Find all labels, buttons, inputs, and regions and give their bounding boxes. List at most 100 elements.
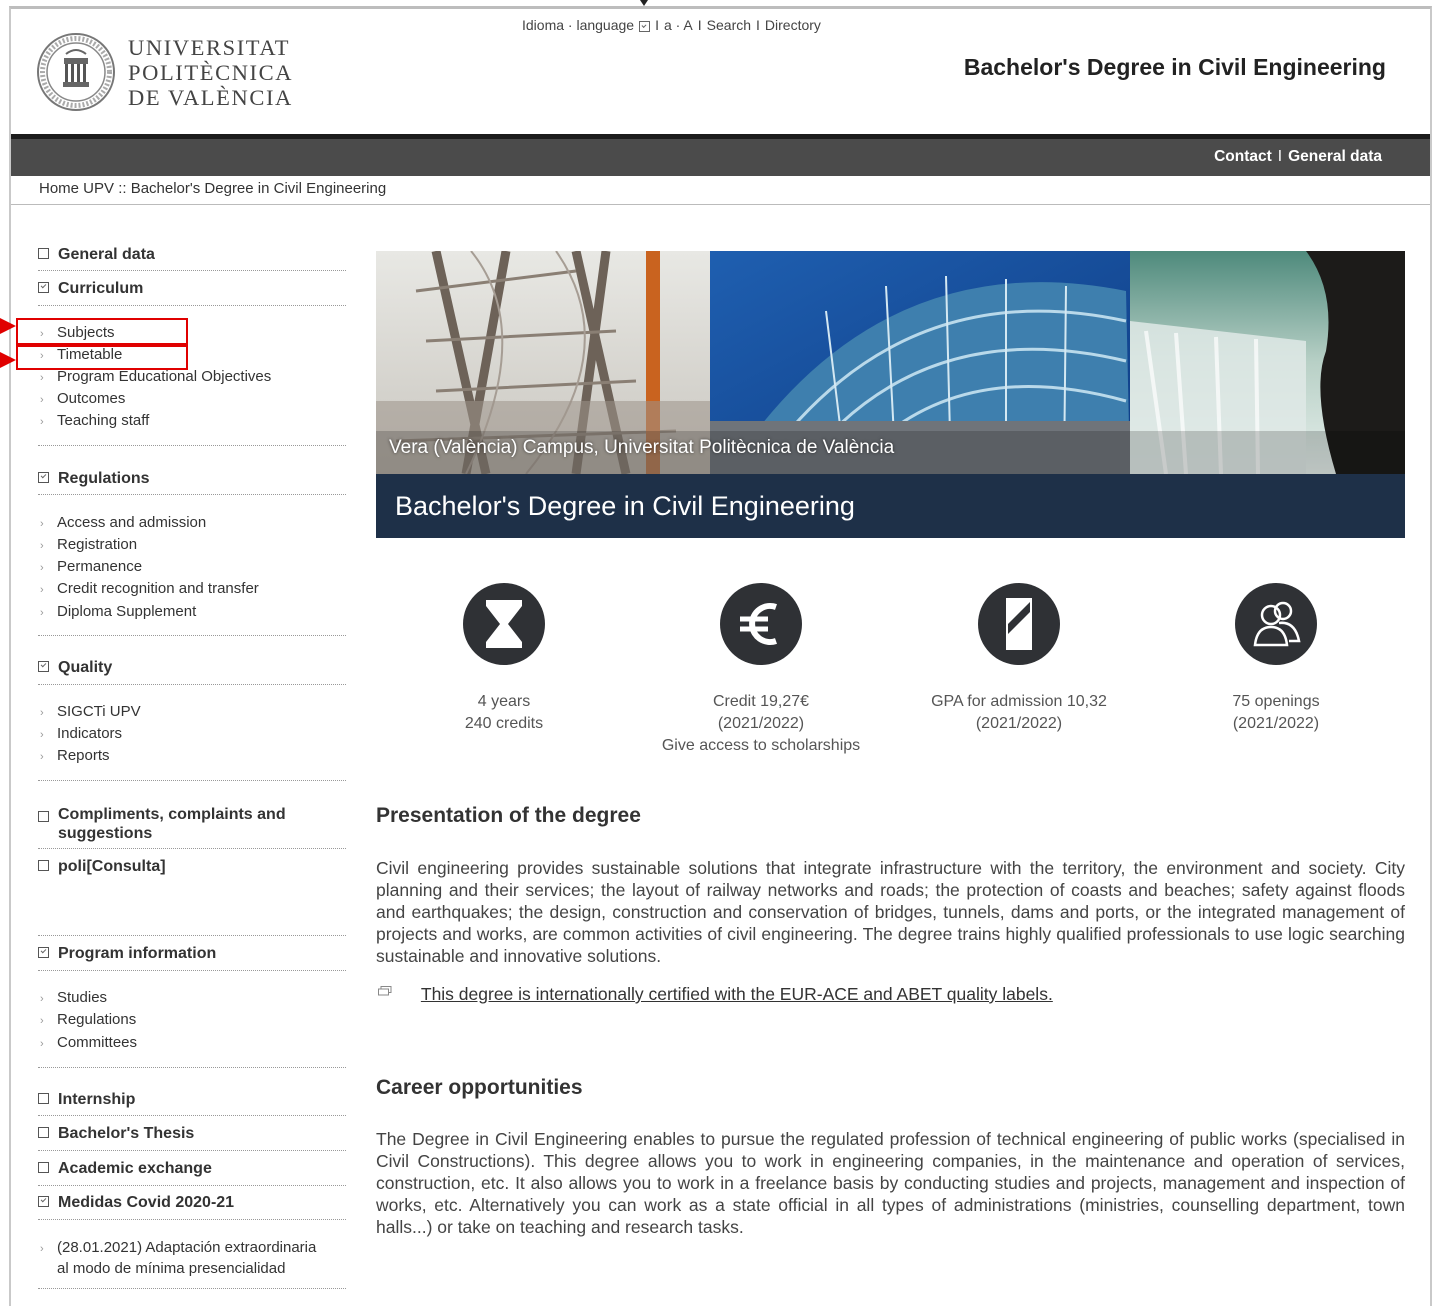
checkbox-icon [38, 1093, 49, 1104]
language-dropdown-icon[interactable] [639, 20, 651, 32]
euro-icon [720, 583, 802, 665]
divider [38, 935, 346, 936]
sidebar-link-teaching-staff[interactable]: › Teaching staff [40, 412, 149, 429]
link-label: Regulations [57, 1011, 137, 1028]
chevron-right-icon: › [40, 1015, 44, 1027]
logo-line-2: POLITÈCNICA [128, 59, 294, 85]
sidebar-item-policonsulta[interactable]: poli[Consulta] [38, 858, 346, 876]
gpa-icon [978, 583, 1060, 665]
divider [38, 1185, 346, 1186]
euro-icon-svg [740, 603, 777, 645]
sidebar-item-quality[interactable]: Quality [38, 659, 346, 677]
link-label: Diploma Supplement [57, 603, 197, 620]
divider [38, 1150, 346, 1151]
link-label: Indicators [57, 725, 123, 742]
hourglass-icon [463, 583, 545, 665]
chevron-right-icon: › [40, 540, 44, 552]
career-heading: Career opportunities [376, 1076, 583, 1099]
annotation-arrow-icon [0, 352, 16, 368]
stat-openings: 75 openings (2021/2022) [1156, 583, 1396, 735]
divider [38, 970, 346, 971]
chevron-right-icon: › [40, 751, 44, 763]
bar-links: Contact I General data [1214, 148, 1382, 166]
stat-line: 240 credits [464, 715, 544, 732]
logo-line-1: UNIVERSITAT [128, 34, 291, 60]
stat-line: Credit 19,27€ [712, 693, 810, 710]
sidebar-link-program-regulations[interactable]: › Regulations [40, 1011, 136, 1028]
sidebar-link-diploma-supplement[interactable]: › Diploma Supplement [40, 603, 196, 620]
sidebar-item-general-data[interactable]: General data [38, 246, 346, 264]
expanded-icon [38, 282, 49, 293]
gpa-icon-svg [1006, 598, 1032, 650]
divider [38, 684, 346, 685]
certification-link[interactable]: This degree is internationally certified… [421, 984, 1053, 1004]
sidebar-link-committees[interactable]: › Committees [40, 1034, 137, 1051]
sidebar-label: poli[Consulta] [58, 858, 166, 875]
sidebar-link-access-admission[interactable]: › Access and admission [40, 514, 206, 531]
language-link[interactable]: Idioma · language [522, 17, 634, 33]
link-label: Permanence [57, 558, 143, 575]
chevron-right-icon: › [40, 372, 44, 384]
upv-logo[interactable]: UNIVERSITAT POLITÈCNICA DE VALÈNCIA [36, 32, 293, 112]
link-label: Registration [57, 536, 138, 553]
expanded-icon [38, 1196, 49, 1207]
divider [38, 780, 346, 781]
site-title[interactable]: Bachelor's Degree in Civil Engineering [964, 54, 1386, 81]
checkbox-icon [38, 1127, 49, 1138]
divider [38, 1219, 346, 1220]
font-size-link[interactable]: a · A [664, 17, 693, 33]
chevron-right-icon: › [40, 1038, 44, 1050]
link-label: Outcomes [57, 390, 126, 407]
link-label: Program Educational Objectives [57, 368, 272, 385]
search-link[interactable]: Search [707, 17, 751, 33]
sidebar-item-covid[interactable]: Medidas Covid 2020-21 [38, 1194, 346, 1212]
sidebar-link-studies[interactable]: › Studies [40, 989, 107, 1006]
sidebar-item-bachelors-thesis[interactable]: Bachelor's Thesis [38, 1125, 346, 1143]
checkbox-icon [38, 248, 49, 259]
annotation-highlight-timetable [16, 345, 188, 370]
expanded-icon [38, 472, 49, 483]
sidebar-link-indicators[interactable]: › Indicators [40, 725, 122, 742]
link-label: SIGCTi UPV [57, 703, 141, 720]
sidebar-item-program-information[interactable]: Program information [38, 945, 346, 963]
hourglass-icon-svg [486, 600, 522, 648]
sidebar-link-sigcti[interactable]: › SIGCTi UPV [40, 703, 141, 720]
sidebar-item-curriculum[interactable]: Curriculum [38, 280, 346, 298]
link-label: Studies [57, 989, 108, 1006]
chevron-right-icon: › [40, 416, 44, 428]
stat-duration: 4 years 240 credits [384, 583, 624, 735]
stat-line: GPA for admission 10,32 [931, 693, 1107, 710]
sidebar-label: Program information [58, 945, 217, 962]
stat-gpa: GPA for admission 10,32 (2021/2022) [899, 583, 1139, 735]
external-link-icon [378, 986, 392, 996]
sidebar-link-reports[interactable]: › Reports [40, 747, 110, 764]
sidebar-item-internship[interactable]: Internship [38, 1091, 346, 1109]
sidebar-link-registration[interactable]: › Registration [40, 536, 137, 553]
contact-link[interactable]: Contact [1214, 148, 1272, 165]
sidebar-label: Bachelor's Thesis [58, 1125, 195, 1142]
sidebar-item-academic-exchange[interactable]: Academic exchange [38, 1160, 346, 1178]
chevron-right-icon: › [40, 607, 44, 619]
people-icon [1235, 583, 1317, 665]
sidebar-link-permanence[interactable]: › Permanence [40, 558, 142, 575]
stat-line: (2021/2022) [975, 715, 1063, 732]
sidebar-item-regulations[interactable]: Regulations [38, 470, 346, 488]
sidebar-link-program-objectives[interactable]: › Program Educational Objectives [40, 368, 271, 385]
divider [38, 305, 346, 306]
divider [38, 1115, 346, 1116]
general-data-link[interactable]: General data [1288, 148, 1382, 165]
link-label: Access and admission [57, 514, 207, 531]
sidebar-item-compliments[interactable]: Compliments, complaints and suggestions [38, 805, 346, 843]
sidebar-link-covid-adaptation[interactable]: › (28.01.2021) Adaptación extraordinaria a… [40, 1238, 316, 1278]
sidebar-label: Curriculum [58, 280, 144, 297]
logo-text: UNIVERSITAT POLITÈCNICA DE VALÈNCIA [128, 35, 293, 110]
stat-line: Give access to scholarships [661, 737, 861, 754]
sidebar-label: Quality [58, 659, 113, 676]
separator: I [655, 17, 659, 33]
directory-link[interactable]: Directory [765, 17, 821, 33]
divider [38, 1067, 346, 1068]
breadcrumb[interactable]: Home UPV :: Bachelor's Degree in Civil E… [39, 180, 386, 197]
sidebar-link-credit-recognition[interactable]: › Credit recognition and transfer [40, 580, 259, 597]
sidebar-link-outcomes[interactable]: › Outcomes [40, 390, 125, 407]
top-links: Idioma · language I a · A I Search I Dir… [522, 17, 821, 33]
